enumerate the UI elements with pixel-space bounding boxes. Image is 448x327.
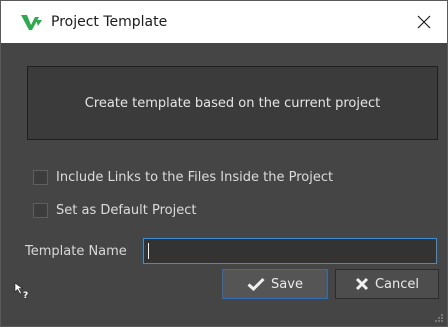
include-links-checkbox-row[interactable]: Include Links to the Files Inside the Pr…: [33, 167, 333, 187]
wavelab-logo-icon: [21, 15, 42, 30]
set-default-checkbox-row[interactable]: Set as Default Project: [33, 200, 196, 220]
checkmark-icon: [247, 277, 265, 291]
text-caret: [148, 243, 149, 259]
set-default-label: Set as Default Project: [56, 202, 197, 218]
create-template-button[interactable]: Create template based on the current pro…: [27, 66, 438, 140]
cancel-label: Cancel: [374, 276, 420, 292]
template-name-label: Template Name: [25, 243, 127, 259]
set-default-checkbox[interactable]: [33, 202, 48, 218]
dialog-content: Create template based on the current pro…: [1, 43, 447, 326]
template-name-input[interactable]: [143, 238, 437, 264]
close-icon: [417, 15, 431, 29]
include-links-label: Include Links to the Files Inside the Pr…: [56, 169, 334, 185]
close-button[interactable]: [401, 1, 447, 43]
cancel-button[interactable]: Cancel: [335, 269, 439, 299]
create-template-label: Create template based on the current pro…: [84, 95, 381, 111]
save-button[interactable]: Save: [222, 269, 328, 299]
template-name-row: Template Name: [25, 236, 439, 266]
svg-text:?: ?: [23, 291, 28, 299]
title-bar[interactable]: Project Template: [1, 1, 447, 43]
save-label: Save: [271, 276, 303, 292]
whats-this-help-icon[interactable]: ?: [13, 281, 31, 299]
resize-grip-icon[interactable]: [434, 313, 444, 323]
project-template-dialog: Project Template Create template based o…: [0, 0, 448, 327]
x-icon: [355, 277, 369, 291]
dialog-title: Project Template: [51, 14, 168, 30]
include-links-checkbox[interactable]: [33, 169, 48, 185]
